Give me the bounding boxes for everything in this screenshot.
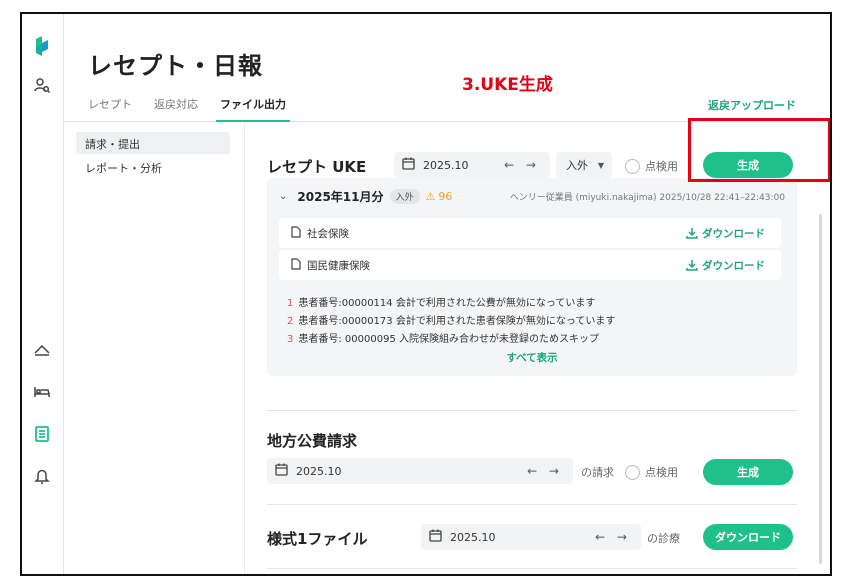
file-row: 社会保険 ダウンロード bbox=[279, 218, 781, 248]
sub-navigation: 請求・提出 レポート・分析 bbox=[76, 132, 230, 180]
document-icon bbox=[291, 225, 301, 241]
page-header: レセプト・日報 3.UKE生成 レセプト 返戻対応 ファイル出力 返戻アップロー… bbox=[64, 14, 830, 122]
document-icon bbox=[291, 257, 301, 273]
error-message: 1 患者番号:00000114 会計で利用された公費が無効になっています bbox=[287, 294, 595, 309]
local-section-title: 地方公費請求 bbox=[267, 432, 358, 450]
form1-download-button[interactable]: ダウンロード bbox=[703, 524, 793, 550]
step-annotation: 3.UKE生成 bbox=[462, 75, 553, 95]
file-row: 国民健康保険 ダウンロード bbox=[279, 250, 781, 280]
uke-type-value: 入外 bbox=[566, 159, 588, 172]
tab-bar: レセプト 返戻対応 ファイル出力 bbox=[88, 96, 290, 122]
message-number: 1 bbox=[287, 298, 294, 309]
local-date-value: 2025.10 bbox=[296, 464, 342, 478]
highlight-box bbox=[688, 118, 830, 182]
panel-month: 2025年11月分 bbox=[297, 190, 384, 204]
message-number: 3 bbox=[287, 334, 294, 345]
uke-section-title: レセプト UKE bbox=[267, 158, 367, 176]
app-logo-icon[interactable] bbox=[30, 34, 54, 58]
bell-icon[interactable] bbox=[30, 464, 54, 488]
local-generate-button[interactable]: 生成 bbox=[703, 459, 793, 485]
scrollbar[interactable] bbox=[819, 214, 822, 564]
file-name: 国民健康保険 bbox=[307, 259, 370, 272]
tab-receipt[interactable]: レセプト bbox=[88, 96, 132, 122]
suffix-text: の診療 bbox=[647, 532, 680, 545]
message-text: 患者番号:00000173 会計で利用された患者保険が無効になっています bbox=[298, 316, 616, 327]
form1-section-title: 様式1ファイル bbox=[267, 530, 368, 548]
icon-rail bbox=[22, 14, 64, 574]
chevron-down-icon: ▼ bbox=[597, 160, 604, 170]
calendar-icon bbox=[429, 529, 442, 545]
month-nav-arrows[interactable]: ← → bbox=[527, 464, 563, 478]
type-badge: 入外 bbox=[389, 189, 420, 204]
uke-date-picker[interactable]: 2025.10 ← → bbox=[394, 152, 550, 178]
warning-count: 96 bbox=[438, 190, 453, 203]
download-label: ダウンロード bbox=[702, 227, 765, 240]
form1-date-value: 2025.10 bbox=[450, 530, 496, 544]
message-text: 患者番号: 00000095 入院保険組み合わせが未登録のためスキップ bbox=[298, 334, 599, 345]
subnav-item-report[interactable]: レポート・分析 bbox=[76, 156, 230, 178]
radio-circle[interactable] bbox=[625, 464, 640, 480]
download-label: ダウンロード bbox=[702, 259, 765, 272]
show-all-link[interactable]: すべて表示 bbox=[267, 350, 797, 365]
download-icon bbox=[686, 260, 698, 271]
uke-check-label: 点検用 bbox=[645, 160, 678, 173]
uke-check-option[interactable]: 点検用 bbox=[625, 158, 678, 174]
local-check-option[interactable]: 点検用 bbox=[625, 464, 678, 480]
calendar-icon bbox=[402, 157, 415, 173]
uke-result-panel: ⌄ 2025年11月分 入外 ⚠ 96 ヘンリー従業員 (miyuki.naka… bbox=[267, 178, 797, 376]
page-title: レセプト・日報 bbox=[88, 52, 263, 80]
bed-icon[interactable] bbox=[30, 380, 54, 404]
section-divider bbox=[267, 504, 797, 505]
message-number: 2 bbox=[287, 316, 294, 327]
month-nav-arrows[interactable]: ← → bbox=[595, 530, 631, 544]
app-window: レセプト・日報 3.UKE生成 レセプト 返戻対応 ファイル出力 返戻アップロー… bbox=[20, 12, 832, 576]
download-link[interactable]: ダウンロード bbox=[686, 226, 765, 241]
local-date-picker[interactable]: 2025.10 ← → bbox=[267, 458, 573, 484]
chevron-down-icon[interactable]: ⌄ bbox=[279, 191, 287, 202]
error-message: 2 患者番号:00000173 会計で利用された患者保険が無効になっています bbox=[287, 312, 615, 327]
subnav-item-billing[interactable]: 請求・提出 bbox=[76, 132, 230, 154]
message-text: 患者番号:00000114 会計で利用された公費が無効になっています bbox=[298, 298, 596, 309]
error-message: 3 患者番号: 00000095 入院保険組み合わせが未登録のためスキップ bbox=[287, 330, 599, 345]
radio-circle[interactable] bbox=[625, 158, 640, 174]
patient-search-icon[interactable] bbox=[30, 74, 54, 98]
content-divider bbox=[244, 122, 245, 574]
suffix-text: の請求 bbox=[581, 466, 614, 479]
tab-file-output[interactable]: ファイル出力 bbox=[216, 96, 290, 122]
warning-icon: ⚠ bbox=[425, 190, 436, 203]
calendar-icon bbox=[275, 463, 288, 479]
receipt-report-icon[interactable] bbox=[30, 422, 54, 446]
generation-info: ヘンリー従業員 (miyuki.nakajima) 2025/10/28 22:… bbox=[509, 193, 785, 203]
month-nav-arrows[interactable]: ← → bbox=[504, 158, 540, 172]
download-link[interactable]: ダウンロード bbox=[686, 258, 765, 273]
section-divider bbox=[267, 410, 797, 411]
form1-date-picker[interactable]: 2025.10 ← → bbox=[421, 524, 641, 550]
section-divider bbox=[267, 568, 797, 569]
file-name: 社会保険 bbox=[307, 227, 349, 240]
uke-date-value: 2025.10 bbox=[423, 158, 469, 172]
return-upload-link[interactable]: 返戻アップロード bbox=[708, 97, 796, 113]
local-suffix-label: の請求 bbox=[581, 464, 614, 480]
local-check-label: 点検用 bbox=[645, 466, 678, 479]
download-icon bbox=[686, 228, 698, 239]
tab-returns[interactable]: 返戻対応 bbox=[154, 96, 198, 122]
inpatient-icon[interactable] bbox=[30, 338, 54, 362]
uke-type-select[interactable]: 入外 ▼ bbox=[556, 152, 612, 178]
panel-header[interactable]: ⌄ 2025年11月分 入外 ⚠ 96 bbox=[279, 188, 452, 205]
form1-suffix-label: の診療 bbox=[647, 530, 680, 546]
